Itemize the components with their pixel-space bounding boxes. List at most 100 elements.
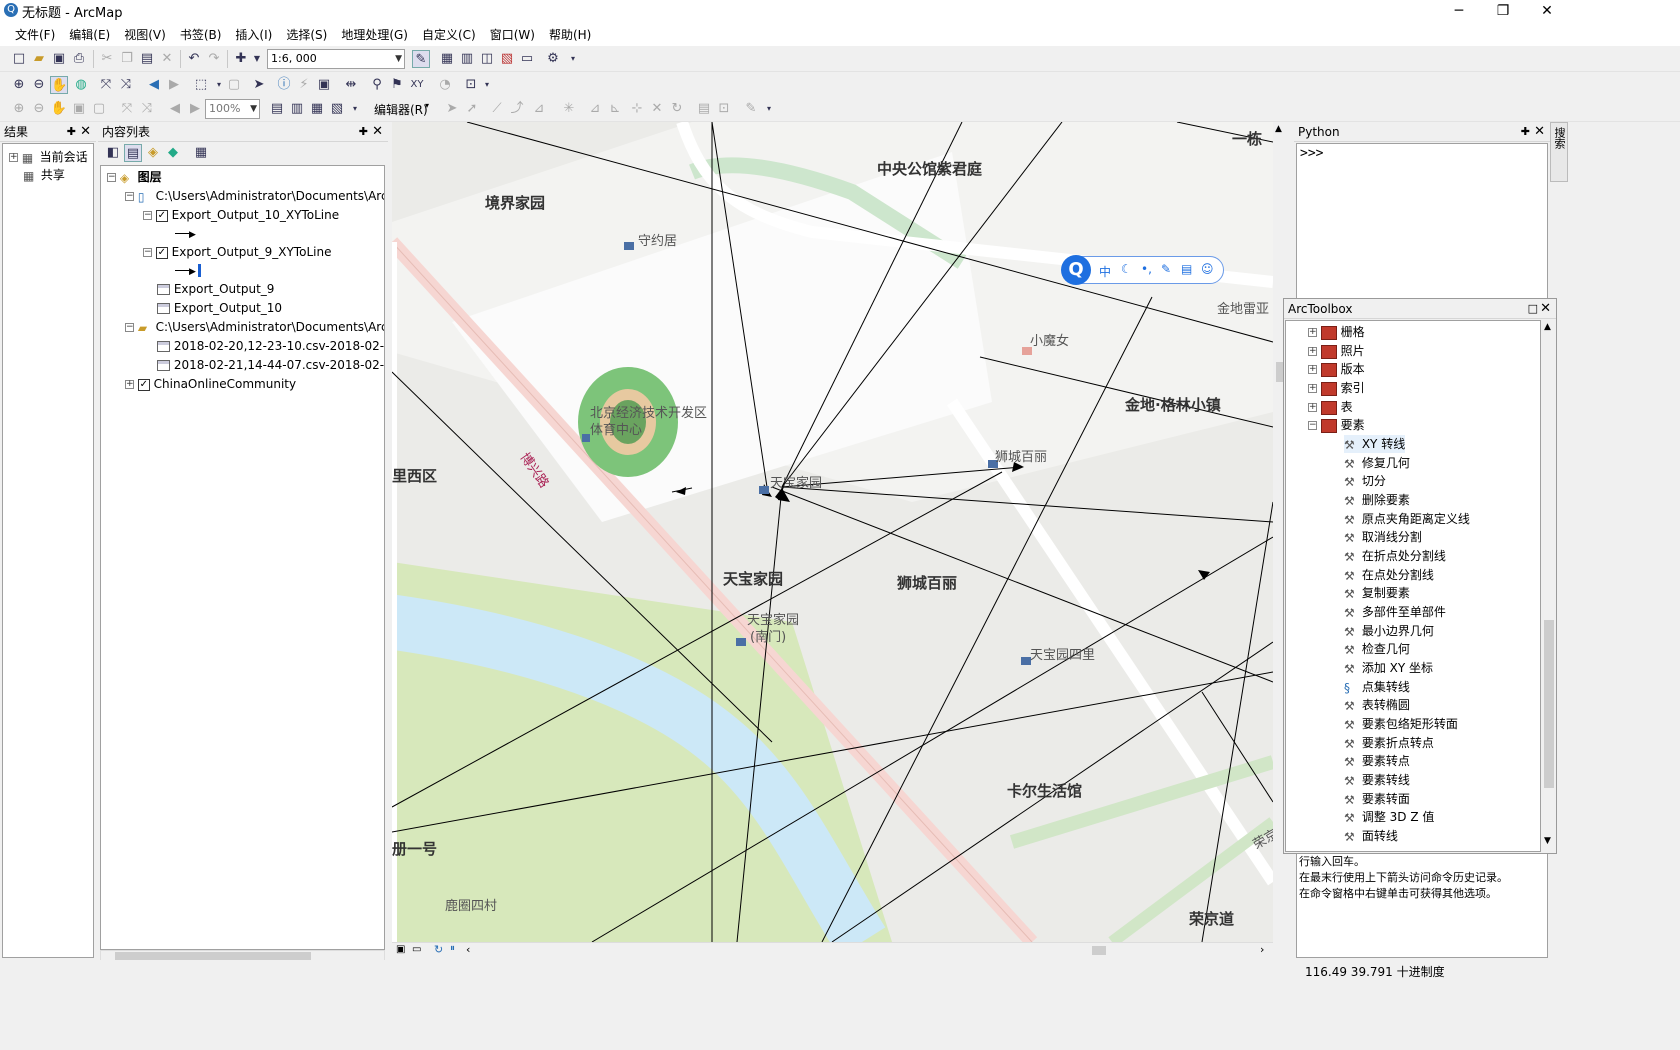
toc-item[interactable]: 2018-02-21,14-44-07.csv-2018-02-21,2 (157, 356, 384, 374)
menu-help[interactable]: 帮助(H) (542, 26, 598, 43)
catalog-window-icon[interactable]: ▥ (458, 50, 476, 68)
tool-item[interactable]: ⚒ 面转线 (1344, 827, 1398, 845)
tool-item[interactable]: ⚒ 在折点处分割线 (1344, 547, 1446, 565)
cut-polygons-icon[interactable]: ⊹ (628, 100, 646, 118)
tool-item[interactable]: ⚒ 原点夹角距离定义线 (1344, 510, 1470, 528)
pin-icon[interactable]: ✚ (359, 122, 368, 142)
redo-icon[interactable]: ↷ (205, 50, 223, 68)
close-icon[interactable]: ✕ (80, 122, 91, 142)
expand-icon[interactable]: + (1308, 365, 1317, 374)
tool-item[interactable]: ⚒ 表转椭圆 (1344, 696, 1410, 714)
line-symbol-arrow[interactable]: ▶ (175, 261, 201, 279)
toc-item[interactable]: Export_Output_10 (157, 299, 282, 317)
toolbar-options-icon[interactable]: ▾ (346, 100, 364, 118)
expand-icon[interactable]: + (1308, 384, 1317, 393)
expand-icon[interactable]: + (1308, 347, 1317, 356)
results-current-session[interactable]: + ▦ 当前会话 (9, 148, 88, 166)
tool-item[interactable]: ⚒ 调整 3D Z 值 (1344, 808, 1434, 826)
zoom-whole-page-icon[interactable]: ▣ (70, 100, 88, 118)
smile-icon[interactable]: ☺ (1201, 262, 1214, 276)
toc-item[interactable]: Export_Output_9 (157, 280, 274, 298)
menu-bookmarks[interactable]: 书签(B) (173, 26, 229, 43)
search-side-tab[interactable]: 搜索 (1550, 122, 1568, 182)
fixed-zoom-in-layout-icon[interactable]: ⤧ (118, 100, 136, 118)
toc-item[interactable]: − ✓ Export_Output_10_XYToLine (143, 206, 339, 224)
close-icon[interactable]: ✕ (1534, 122, 1545, 142)
expand-icon[interactable]: + (9, 153, 18, 162)
map-view[interactable]: 中央公馆紫君庭 境界家园 守约居 小魔女 金地雷亚 金地·格林小镇 北京经济技术… (392, 122, 1273, 942)
moon-icon[interactable]: ☾ (1121, 262, 1132, 276)
pause-drawing-icon[interactable]: ⏸ (450, 943, 455, 954)
fixed-zoom-out-icon[interactable]: ⤨ (117, 76, 135, 94)
measure-icon[interactable]: ⇹ (342, 76, 360, 94)
tool-item[interactable]: ⚒ 要素转面 (1344, 790, 1410, 808)
ime-language-toggle[interactable]: 中 (1099, 263, 1111, 280)
tool-item[interactable]: ⚒ 最小边界几何 (1344, 622, 1434, 640)
toolbar-options-icon[interactable]: ▾ (564, 50, 582, 68)
zoom-100-icon[interactable]: ▢ (90, 100, 108, 118)
tool-item[interactable]: ⚒ 取消线分割 (1344, 528, 1422, 546)
tool-item[interactable]: ⚒ 添加 XY 坐标 (1344, 659, 1433, 677)
results-shared[interactable]: ▦ 共享 (23, 166, 65, 184)
toolset-item[interactable]: − 要素 (1308, 416, 1365, 434)
edit-vertices-icon[interactable]: ⊿ (586, 100, 604, 118)
new-document-icon[interactable]: □ (10, 50, 28, 68)
cut-icon[interactable]: ✂ (98, 50, 116, 68)
tool-item[interactable]: ⚒ XY 转线 (1344, 435, 1406, 453)
tool-item[interactable]: ⚒ 要素转线 (1344, 771, 1410, 789)
tool-item[interactable]: ⚒ 复制要素 (1344, 584, 1410, 602)
scroll-up-icon[interactable]: ▲ (1544, 322, 1551, 332)
list-by-selection-icon[interactable]: ◆ (164, 144, 182, 162)
pin-icon[interactable]: ✚ (1521, 122, 1530, 142)
scroll-right-icon[interactable]: › (1260, 943, 1264, 956)
find-route-icon[interactable]: ⚑ (388, 76, 406, 94)
close-button[interactable]: ✕ (1524, 0, 1570, 22)
fixed-zoom-out-layout-icon[interactable]: ⤨ (138, 100, 156, 118)
edit-annotation-icon[interactable]: ➚ (463, 100, 481, 118)
data-view-icon[interactable]: ▣ (396, 944, 405, 955)
ime-toolbar[interactable]: Q 中 ☾ •, ✎ ▤ ☺ (1061, 255, 1224, 285)
toolset-item[interactable]: + 照片 (1308, 342, 1365, 360)
select-features-icon[interactable]: ⬚ (192, 76, 210, 94)
point-icon[interactable]: ✳ (560, 100, 578, 118)
toc-options-icon[interactable]: ▦ (192, 144, 210, 162)
pan-icon[interactable]: ✋ (50, 76, 68, 94)
time-slider-icon[interactable]: ◔ (436, 76, 454, 94)
editor-dropdown-icon[interactable]: ▾ (425, 101, 429, 110)
forward-icon[interactable]: ▶ (165, 76, 183, 94)
toolset-item[interactable]: + 索引 (1308, 379, 1365, 397)
rotate-icon[interactable]: ↻ (668, 100, 686, 118)
straight-segment-icon[interactable]: ⟋ (488, 100, 506, 118)
tool-item[interactable]: ⚒ 删除要素 (1344, 491, 1410, 509)
data-driven-pages-icon[interactable]: ▧ (328, 100, 346, 118)
layout-view-icon[interactable]: ▭ (412, 944, 421, 955)
full-extent-icon[interactable]: ◍ (72, 76, 90, 94)
toolset-item[interactable]: + 表 (1308, 398, 1353, 416)
close-icon[interactable]: ✕ (372, 122, 383, 142)
collapse-icon[interactable]: − (1308, 421, 1317, 430)
attributes-icon[interactable]: ▤ (695, 100, 713, 118)
html-popup-icon[interactable]: ▣ (315, 76, 333, 94)
scrollbar-thumb[interactable] (1544, 620, 1554, 788)
menu-view[interactable]: 视图(V) (117, 26, 173, 43)
clipboard-icon[interactable]: ▤ (1181, 262, 1192, 276)
toc-item[interactable]: − ▰ C:\Users\Administrator\Documents\Arc… (125, 318, 384, 336)
arctoolbox-icon[interactable]: ▧ (498, 50, 516, 68)
go-to-xy-icon[interactable]: XY (408, 76, 426, 94)
layer-visibility-checkbox[interactable]: ✓ (155, 246, 168, 259)
save-icon[interactable]: ▣ (50, 50, 68, 68)
list-by-visibility-icon[interactable]: ◈ (144, 144, 162, 162)
hyperlink-icon[interactable]: ⚡ (295, 76, 313, 94)
menu-windows[interactable]: 窗口(W) (483, 26, 542, 43)
punctuation-icon[interactable]: •, (1141, 262, 1152, 276)
collapse-icon[interactable]: − (125, 192, 134, 201)
toolset-item[interactable]: + 版本 (1308, 360, 1365, 378)
list-by-drawing-order-icon[interactable]: ◧ (104, 144, 122, 162)
collapse-icon[interactable]: − (143, 248, 152, 257)
end-point-arc-icon[interactable]: ⤴ (508, 100, 526, 118)
focus-frame-icon[interactable]: ▥ (288, 100, 306, 118)
find-icon[interactable]: ⚲ (368, 76, 386, 94)
tool-item[interactable]: ⚒ 切分 (1344, 472, 1386, 490)
map-scale-combo[interactable]: 1:6, 000 ▼ (267, 49, 405, 69)
previous-extent-icon[interactable]: ◀ (166, 100, 184, 118)
